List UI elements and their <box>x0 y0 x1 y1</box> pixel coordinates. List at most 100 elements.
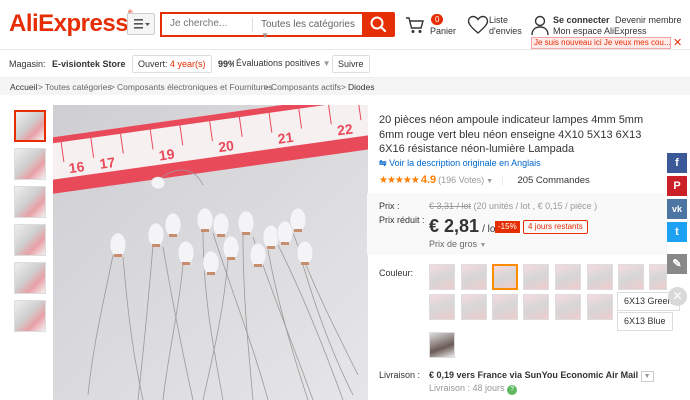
thumbnail-image[interactable] <box>14 300 46 332</box>
wholesale-price-dropdown[interactable]: Prix de gros ▼ <box>429 239 486 249</box>
store-open-value: 4 year(s) <box>170 59 206 69</box>
aliexpress-logo[interactable]: AliExpress® <box>9 10 132 38</box>
breadcrumb-item[interactable]: Composants actifs <box>271 82 341 92</box>
color-swatch[interactable] <box>649 264 667 290</box>
search-button[interactable] <box>362 12 395 37</box>
new-user-banner[interactable]: Je suis nouveau ici Je veux mes cou... <box>531 37 671 49</box>
close-icon[interactable]: ✕ <box>668 287 687 306</box>
svg-text:16: 16 <box>68 158 86 176</box>
join-link[interactable]: Devenir membre <box>615 15 682 25</box>
my-account-link[interactable]: Mon espace AliExpress <box>553 26 647 36</box>
logo-text: AliExpress <box>9 10 129 37</box>
unit-detail: (20 unités / lot , € 0,15 / pièce ) <box>473 201 598 211</box>
account-area: Se connecter Devenir membre Mon espace A… <box>530 12 690 38</box>
votes-link[interactable]: (196 Votes) <box>438 175 484 185</box>
breadcrumb-item[interactable]: Toutes catégories <box>45 82 112 92</box>
follow-button[interactable]: Suivre <box>332 55 370 73</box>
color-swatch[interactable] <box>461 264 487 290</box>
category-select[interactable]: Toutes les catégories ▼ <box>261 19 363 41</box>
color-swatch[interactable] <box>587 264 613 290</box>
cart-count-badge: 0 <box>431 14 444 25</box>
color-swatch[interactable] <box>587 294 613 320</box>
color-swatch-selected[interactable] <box>492 264 518 290</box>
discount-price-value: € 2,81 <box>429 216 480 236</box>
svg-text:21: 21 <box>277 129 295 147</box>
color-option-chip[interactable]: 6X13 Blue <box>617 312 673 331</box>
color-swatch[interactable] <box>523 264 549 290</box>
color-swatch[interactable] <box>618 264 644 290</box>
translate-link[interactable]: ⇋ Voir la description originale en Angla… <box>379 158 541 169</box>
positive-feedback-dropdown[interactable]: Évaluations positives ▼ <box>234 55 333 73</box>
pinterest-icon[interactable]: P <box>667 176 687 196</box>
menu-icon[interactable] <box>127 13 155 35</box>
color-swatch[interactable] <box>555 264 581 290</box>
neon-bulbs-photo: 16 17 19 20 21 22 <box>53 105 368 400</box>
cart-label: Panier <box>430 26 457 36</box>
main-product-image[interactable]: 16 17 19 20 21 22 <box>53 105 368 400</box>
category-select-label: Toutes les catégories <box>261 19 355 30</box>
translate-icon: ⇋ <box>379 158 387 168</box>
translate-label: Voir la description originale en Anglais <box>389 158 541 168</box>
color-swatch[interactable] <box>492 294 518 320</box>
svg-text:19: 19 <box>158 146 176 164</box>
color-swatch[interactable] <box>523 294 549 320</box>
wholesale-label: Prix de gros <box>429 239 478 249</box>
breadcrumb-separator: > <box>110 82 115 92</box>
chevron-down-icon: ▼ <box>322 59 331 68</box>
help-icon[interactable]: ? <box>507 385 518 395</box>
chevron-down-icon: ▼ <box>261 31 269 40</box>
delivery-time-label: Livraison : 48 jours <box>429 383 505 393</box>
heart-icon <box>467 15 489 34</box>
breadcrumb: Accueil > Toutes catégories > Composants… <box>0 78 690 95</box>
divider <box>252 18 253 32</box>
thumbnail-image[interactable] <box>14 224 46 256</box>
orders-count: 205 Commandes <box>517 175 590 186</box>
store-bar: Magasin: E-visiontek Store Ouvert: 4 yea… <box>0 51 690 78</box>
cart-icon <box>406 17 424 33</box>
svg-text:20: 20 <box>217 137 235 155</box>
chevron-down-icon[interactable]: ▼ <box>640 371 654 382</box>
breadcrumb-separator: > <box>38 82 43 92</box>
thumbnail-image[interactable] <box>14 262 46 294</box>
color-swatch[interactable] <box>461 294 487 320</box>
color-swatch[interactable] <box>429 332 455 358</box>
user-icon <box>531 15 549 36</box>
store-name[interactable]: E-visiontek Store <box>52 59 126 69</box>
vk-icon[interactable]: vk <box>667 199 687 219</box>
cart-button[interactable]: 0 Panier <box>404 12 460 38</box>
color-swatch[interactable] <box>429 264 455 290</box>
header: AliExpress® Toutes les catégories ▼ 0 Pa… <box>0 0 690 50</box>
discount-price-label: Prix réduit : <box>379 215 425 225</box>
breadcrumb-item[interactable]: Accueil <box>10 82 37 92</box>
shipping-info: € 0,19 vers France via SunYou Economic A… <box>429 370 654 382</box>
search-icon <box>370 16 387 33</box>
star-rating-icon: ★★★★★ <box>379 175 420 186</box>
thumbnail-image[interactable] <box>14 186 46 218</box>
thumbnail-image[interactable] <box>14 148 46 180</box>
shipping-value: € 0,19 vers France via SunYou Economic A… <box>429 370 639 380</box>
rating-row: ★★★★★ 4.9 (196 Votes) ▼ | 205 Commandes <box>379 174 590 186</box>
twitter-icon[interactable]: t <box>667 222 687 242</box>
color-label: Couleur: <box>379 268 414 278</box>
color-swatch[interactable] <box>555 294 581 320</box>
color-swatch[interactable] <box>429 294 455 320</box>
signin-link[interactable]: Se connecter <box>553 15 610 25</box>
separator: | <box>501 175 504 185</box>
thumbnail-list <box>14 110 50 338</box>
product-title: 20 pièces néon ampoule indicateur lampes… <box>379 114 644 155</box>
days-left-badge: 4 jours restants <box>523 220 588 234</box>
thumbnail-image[interactable] <box>14 110 46 142</box>
original-price-value: € 3,31 / lot <box>429 201 472 211</box>
chevron-down-icon: ▼ <box>486 178 494 185</box>
original-price: € 3,31 / lot (20 unités / lot , € 0,15 /… <box>429 201 597 211</box>
breadcrumb-item[interactable]: Composants électroniques et Fournitures <box>117 82 272 92</box>
delivery-time: Livraison : 48 jours ? <box>429 383 518 395</box>
breadcrumb-item[interactable]: Diodes <box>348 82 374 92</box>
wishlist-button[interactable]: Liste d'envies <box>467 12 523 38</box>
close-icon[interactable]: ✕ <box>673 36 682 49</box>
wishlist-label-line2: d'envies <box>489 26 522 36</box>
shipping-label: Livraison : <box>379 370 421 380</box>
edit-icon[interactable]: ✎ <box>667 254 687 274</box>
facebook-icon[interactable]: f <box>667 153 687 173</box>
price-label: Prix : <box>379 201 400 211</box>
